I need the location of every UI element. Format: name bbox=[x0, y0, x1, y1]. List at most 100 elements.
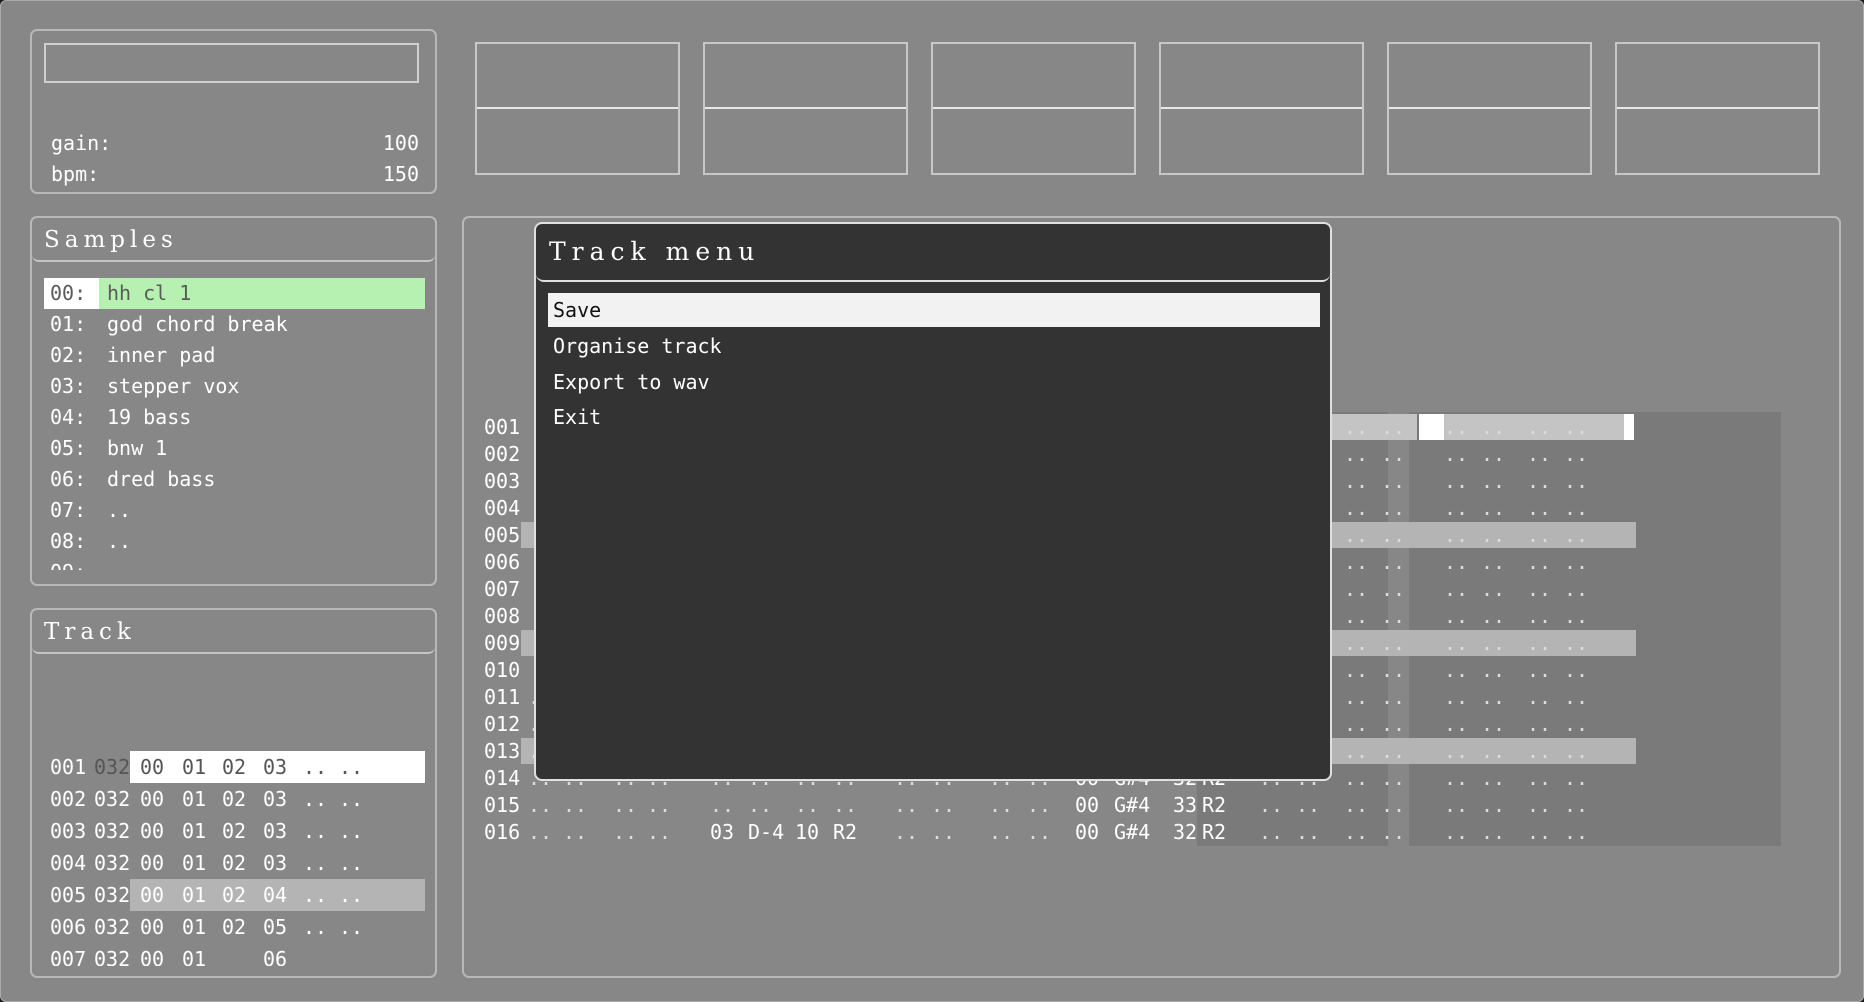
sample-name: hh cl 1 bbox=[99, 278, 425, 309]
menu-item-export-to-wav[interactable]: Export to wav bbox=[548, 365, 1320, 399]
track-cell: 01 bbox=[182, 851, 207, 875]
track-row[interactable]: 007 032 00 01 06 bbox=[44, 943, 425, 966]
sample-index: 09: bbox=[44, 557, 99, 570]
gain-value[interactable]: 100 bbox=[383, 128, 419, 158]
track-cell: 01 bbox=[182, 819, 207, 843]
track-cell: 03 bbox=[263, 819, 288, 843]
track-row[interactable]: 001 032 00 01 02 03.... bbox=[44, 751, 425, 783]
app-window: gain: 100 bpm: 150 Samples 00: hh cl 1 01:… bbox=[0, 0, 1864, 1002]
pattern-cell: 00 bbox=[1075, 820, 1100, 844]
track-row[interactable]: 006 032 00 01 02 05.... bbox=[44, 911, 425, 943]
track-cell: 02 bbox=[222, 883, 247, 907]
menu-item-organise-track[interactable]: Organise track bbox=[548, 329, 1320, 363]
channel-scope-3 bbox=[931, 42, 1136, 175]
scope-line bbox=[1161, 107, 1362, 109]
track-cell: 032 bbox=[94, 883, 131, 907]
pattern-cell: R2 bbox=[1202, 820, 1227, 844]
track-cell: 00 bbox=[140, 851, 165, 875]
pattern-cell: .. bbox=[1259, 820, 1284, 844]
pattern-cell: 10 bbox=[795, 820, 820, 844]
track-cell: .. bbox=[339, 915, 364, 939]
channel-scope-5 bbox=[1387, 42, 1592, 175]
track-cell: 00 bbox=[140, 787, 165, 811]
bpm-value[interactable]: 150 bbox=[383, 159, 419, 189]
sample-name: 19 bass bbox=[107, 405, 192, 429]
scope-line bbox=[1617, 107, 1818, 109]
track-cell: .. bbox=[303, 851, 328, 875]
track-cell: 01 bbox=[182, 787, 207, 811]
sample-row[interactable]: 07:.. bbox=[44, 495, 425, 526]
sample-name: god chord break bbox=[107, 312, 288, 336]
info-panel: gain: 100 bpm: 150 bbox=[30, 29, 437, 194]
bpm-row[interactable]: bpm: 150 bbox=[51, 159, 419, 189]
scope-line bbox=[705, 107, 906, 109]
menu-item-exit[interactable]: Exit bbox=[548, 400, 1320, 434]
pattern-cell: .. bbox=[1027, 820, 1052, 844]
sample-row[interactable]: 02: inner pad bbox=[44, 340, 425, 371]
pattern-cell: R2 bbox=[833, 820, 858, 844]
track-row[interactable]: 002 032 00 01 02 03.... bbox=[44, 783, 425, 815]
sample-name: .. bbox=[107, 498, 132, 522]
sample-name: dred bass bbox=[107, 467, 216, 491]
sample-index: 07: bbox=[50, 498, 87, 522]
sample-index: 04: bbox=[50, 405, 87, 429]
pattern-cell: .. bbox=[528, 820, 553, 844]
track-title: Track bbox=[32, 610, 435, 654]
track-cell: 02 bbox=[222, 787, 247, 811]
sample-index: 02: bbox=[50, 343, 87, 367]
sample-row[interactable]: 09:.. bbox=[44, 557, 425, 570]
track-cell: .. bbox=[339, 787, 364, 811]
sample-row[interactable]: 08:.. bbox=[44, 526, 425, 557]
pattern-cell: .. bbox=[931, 820, 956, 844]
sample-index: 08: bbox=[50, 529, 87, 553]
channel-scope-6 bbox=[1615, 42, 1820, 175]
scope-line bbox=[1389, 107, 1590, 109]
pattern-cell: .. bbox=[1527, 820, 1552, 844]
track-row-number: 007 bbox=[50, 947, 87, 966]
menu-item-save[interactable]: Save bbox=[548, 293, 1320, 327]
channel-scope-2 bbox=[703, 42, 908, 175]
track-menu-title: Track menu bbox=[536, 224, 1330, 282]
sample-row[interactable]: 01: god chord break bbox=[44, 309, 425, 340]
sample-index: 03: bbox=[50, 374, 87, 398]
track-sequence-list[interactable]: 001 032 00 01 02 03.... 002 032 00 01 02 03.... 003 0… bbox=[44, 751, 425, 966]
track-cell: 03 bbox=[263, 851, 288, 875]
song-name-field[interactable] bbox=[44, 43, 419, 83]
sample-row[interactable]: 03: stepper vox bbox=[44, 371, 425, 402]
sample-index: 00: bbox=[44, 278, 99, 309]
pattern-cell: D-4 bbox=[748, 820, 785, 844]
track-cell: 00 bbox=[140, 755, 165, 779]
scope-line bbox=[477, 107, 678, 109]
track-cell: 03 bbox=[263, 787, 288, 811]
track-cell: .. bbox=[303, 883, 328, 907]
track-cell: 05 bbox=[263, 915, 288, 939]
track-row[interactable]: 004 032 00 01 02 03.... bbox=[44, 847, 425, 879]
track-row[interactable]: 003 032 00 01 02 03.... bbox=[44, 815, 425, 847]
track-row-number: 005 bbox=[50, 883, 87, 907]
pattern-cell: G#4 bbox=[1114, 820, 1151, 844]
sample-row[interactable]: 06: dred bass bbox=[44, 464, 425, 495]
pattern-cell: .. bbox=[1296, 820, 1321, 844]
pattern-cell: .. bbox=[1564, 820, 1589, 844]
track-cell: 01 bbox=[182, 947, 207, 966]
sample-row[interactable]: 00: hh cl 1 bbox=[44, 278, 425, 309]
samples-list[interactable]: 00: hh cl 1 01: god chord break 02: inner pad… bbox=[44, 278, 425, 570]
track-row-number: 002 bbox=[50, 787, 87, 811]
track-cell: 032 bbox=[94, 819, 131, 843]
track-cell: .. bbox=[339, 851, 364, 875]
gain-row[interactable]: gain: 100 bbox=[51, 128, 419, 158]
track-cell: 032 bbox=[94, 755, 131, 779]
sample-index: 06: bbox=[50, 467, 87, 491]
sample-name: bnw 1 bbox=[107, 436, 168, 460]
track-panel: Track 001 032 00 01 02 03.... 002 032 00 01 02 03..… bbox=[30, 608, 437, 978]
sample-row[interactable]: 04: 19 bass bbox=[44, 402, 425, 433]
sample-row[interactable]: 05: bnw 1 bbox=[44, 433, 425, 464]
sample-index: 05: bbox=[50, 436, 87, 460]
track-cell: 02 bbox=[222, 915, 247, 939]
pattern-cell: .. bbox=[1444, 820, 1469, 844]
track-row[interactable]: 005 032 00 01 02 04.... bbox=[44, 879, 425, 911]
channel-column-bg bbox=[1589, 412, 1781, 846]
track-cell: 04 bbox=[263, 883, 288, 907]
track-cell: 06 bbox=[263, 947, 288, 966]
samples-panel: Samples 00: hh cl 1 01: god chord break 02: i… bbox=[30, 216, 437, 586]
